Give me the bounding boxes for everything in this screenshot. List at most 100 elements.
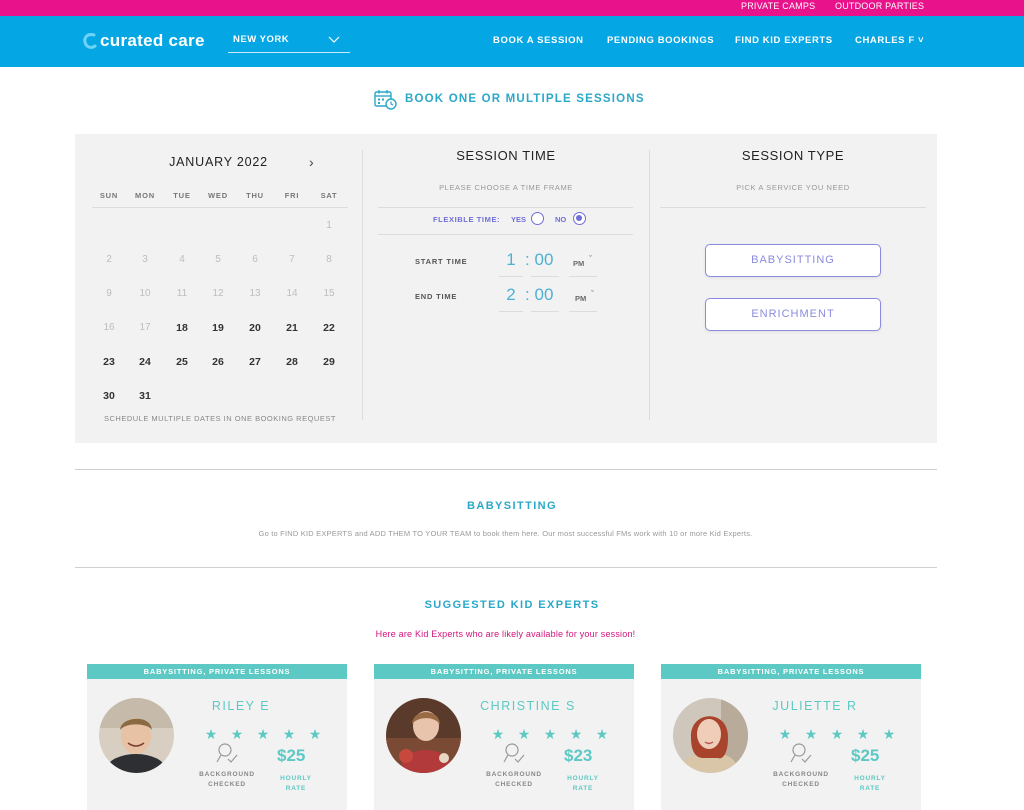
divider — [92, 207, 348, 208]
start-minute-field[interactable]: 00 — [533, 250, 555, 270]
nav-book-session[interactable]: BOOK A SESSION — [493, 35, 584, 46]
calendar-day[interactable]: 25 — [170, 356, 194, 368]
avatar-photo — [386, 698, 461, 773]
calendar-day[interactable]: 27 — [243, 356, 267, 368]
calendar-day[interactable]: 23 — [97, 356, 121, 368]
hourly-rate-label: HOURLY RATE — [277, 774, 315, 794]
flexible-time-label: FLEXIBLE TIME: — [433, 215, 501, 224]
star-icon: ★ — [517, 726, 531, 742]
calendar-day[interactable]: 29 — [317, 356, 341, 368]
hourly-rate-label: HOURLY RATE — [564, 774, 602, 794]
weekday-label: FRI — [284, 191, 300, 200]
flexible-no-radio[interactable] — [573, 212, 586, 225]
divider — [362, 150, 363, 420]
nav-find-kid-experts[interactable]: FIND KID EXPERTS — [735, 35, 833, 46]
user-name: CHARLES F — [855, 35, 915, 46]
star-icon: ★ — [204, 726, 218, 742]
flexible-yes-radio[interactable] — [531, 212, 544, 225]
calendar-month-title: JANUARY 2022 — [169, 155, 268, 169]
calendar-day[interactable]: 31 — [133, 390, 157, 402]
hourly-rate-label: HOURLY RATE — [851, 774, 889, 794]
calendar-day: 16 — [103, 322, 115, 333]
nav-pending-bookings[interactable]: PENDING BOOKINGS — [607, 35, 714, 46]
expert-name[interactable]: RILEY E — [177, 699, 305, 713]
expert-card[interactable]: BABYSITTING, PRIVATE LESSONS RILEY E ★ ★… — [87, 664, 347, 810]
hourly-rate: $25 — [851, 746, 880, 765]
star-icon: ★ — [282, 726, 296, 742]
calendar-day[interactable]: 21 — [280, 322, 304, 334]
city-select[interactable]: NEW YORK — [228, 33, 350, 53]
session-type-subtitle: PICK A SERVICE YOU NEED — [736, 183, 850, 192]
weekday-label: SUN — [99, 191, 119, 200]
label-line: RATE — [285, 785, 307, 792]
flexible-no-label: NO — [555, 215, 567, 224]
background-checked-label: BACKGROUND CHECKED — [770, 770, 832, 790]
star-icon: ★ — [491, 726, 505, 742]
calendar-day[interactable]: 22 — [317, 322, 341, 334]
end-hour-field[interactable]: 2 — [502, 285, 520, 305]
expert-name[interactable]: JULIETTE R — [751, 699, 879, 713]
page-heading: BOOK ONE OR MULTIPLE SESSIONS — [374, 89, 645, 110]
star-icon: ★ — [778, 726, 792, 742]
calendar-day[interactable]: 26 — [206, 356, 230, 368]
calendar-day[interactable]: 28 — [280, 356, 304, 368]
calendar-day: 13 — [249, 288, 261, 299]
chevron-down-icon: ˅ — [918, 35, 925, 46]
calendar-day: 10 — [139, 288, 151, 299]
next-month-icon[interactable]: › — [309, 154, 314, 170]
label-line: BACKGROUND — [773, 771, 829, 778]
expert-card[interactable]: BABYSITTING, PRIVATE LESSONS CHRISTINE S… — [374, 664, 634, 810]
expert-card[interactable]: BABYSITTING, PRIVATE LESSONS JULIETTE R … — [661, 664, 921, 810]
end-time-label: END TIME — [415, 292, 458, 301]
background-checked-label: BACKGROUND CHECKED — [196, 770, 258, 790]
page-title: BOOK ONE OR MULTIPLE SESSIONS — [405, 93, 645, 105]
private-camps-link[interactable]: PRIVATE CAMPS — [741, 1, 815, 11]
weekday-label: WED — [208, 191, 228, 200]
suggested-experts-title: SUGGESTED KID EXPERTS — [424, 599, 600, 611]
label-line: BACKGROUND — [486, 771, 542, 778]
star-icon: ★ — [830, 726, 844, 742]
background-check-icon — [790, 743, 812, 763]
enrichment-button[interactable]: ENRICHMENT — [705, 298, 881, 331]
end-minute-field[interactable]: 00 — [533, 285, 555, 305]
logo[interactable]: curated care — [82, 29, 205, 53]
hourly-rate: $23 — [564, 746, 593, 765]
label-line: CHECKED — [208, 781, 246, 788]
start-time-label: START TIME — [415, 257, 468, 266]
start-hour-field[interactable]: 1 — [502, 250, 520, 270]
weekday-label: MON — [135, 191, 155, 200]
star-icon: ★ — [543, 726, 557, 742]
expert-name[interactable]: CHRISTINE S — [464, 699, 592, 713]
babysitting-section-title: BABYSITTING — [467, 500, 557, 512]
avatar — [99, 698, 174, 773]
calendar-day[interactable]: 18 — [170, 322, 194, 334]
calendar-day[interactable]: 30 — [97, 390, 121, 402]
label-line: HOURLY — [567, 775, 599, 782]
calendar-day[interactable]: 24 — [133, 356, 157, 368]
star-icon: ★ — [856, 726, 870, 742]
divider — [378, 234, 633, 235]
flexible-yes-label: YES — [511, 215, 527, 224]
calendar-day[interactable]: 19 — [206, 322, 230, 334]
suggested-experts-subtitle: Here are Kid Experts who are likely avai… — [375, 629, 636, 639]
session-time-title: SESSION TIME — [456, 148, 556, 163]
time-colon: : — [525, 250, 530, 269]
background-checked-label: BACKGROUND CHECKED — [483, 770, 545, 790]
user-menu[interactable]: CHARLES F ˅ — [855, 35, 924, 46]
outdoor-parties-link[interactable]: OUTDOOR PARTIES — [835, 1, 924, 11]
booking-panel: JANUARY 2022 › SUN MON TUE WED THU FRI S… — [75, 134, 937, 443]
babysitting-button[interactable]: BABYSITTING — [705, 244, 881, 277]
calendar-day: 2 — [106, 254, 112, 265]
chevron-down-icon: ˇ — [589, 254, 592, 264]
top-utility-bar: PRIVATE CAMPS OUTDOOR PARTIES — [0, 0, 1024, 16]
logo-text: curated care — [100, 31, 205, 50]
session-type-title: SESSION TYPE — [741, 148, 845, 163]
calendar-day: 9 — [106, 288, 112, 299]
calendar-day[interactable]: 20 — [243, 322, 267, 334]
divider — [378, 207, 633, 208]
calendar-day: 1 — [326, 220, 332, 231]
rating-stars: ★ ★ ★ ★ ★ — [777, 726, 897, 742]
calendar-day: 12 — [212, 288, 224, 299]
city-value: NEW YORK — [233, 34, 290, 45]
calendar-day: 17 — [139, 322, 151, 333]
